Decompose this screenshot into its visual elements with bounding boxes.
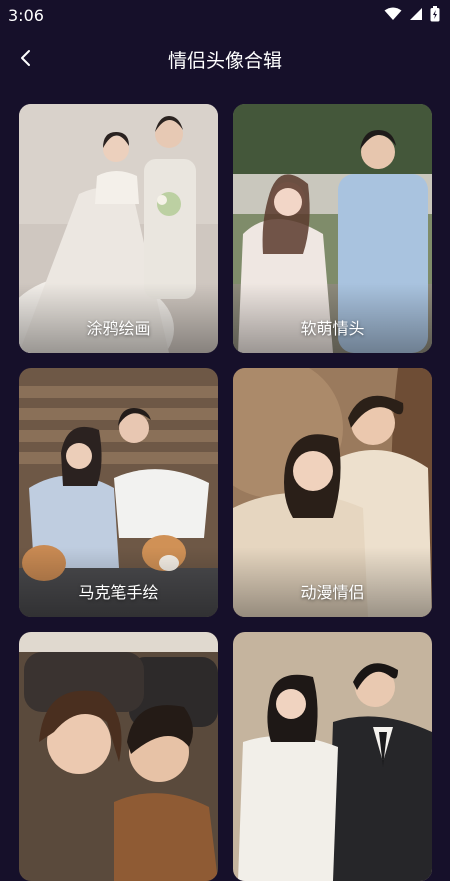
wifi-icon bbox=[384, 7, 402, 20]
album-card-cute[interactable]: 软萌情头 bbox=[233, 104, 432, 353]
battery-icon bbox=[430, 6, 440, 22]
signal-icon bbox=[410, 8, 422, 20]
album-card-6[interactable] bbox=[233, 632, 432, 881]
header: 情侣头像合辑 bbox=[0, 36, 450, 82]
album-card-anime[interactable]: 动漫情侣 bbox=[233, 368, 432, 617]
album-card-marker[interactable]: 马克笔手绘 bbox=[19, 368, 218, 617]
album-card-5[interactable] bbox=[19, 632, 218, 881]
album-grid: 涂鸦绘画 软萌情头 马克笔手绘 动漫情侣 bbox=[0, 104, 450, 881]
card-label: 软萌情头 bbox=[300, 319, 365, 338]
status-bar: 3:06 bbox=[0, 0, 450, 30]
status-time: 3:06 bbox=[8, 6, 44, 25]
page-title: 情侣头像合辑 bbox=[167, 50, 282, 72]
card-label: 涂鸦绘画 bbox=[86, 319, 151, 338]
status-icons bbox=[384, 6, 440, 22]
album-card-graffiti[interactable]: 涂鸦绘画 bbox=[19, 104, 218, 353]
card-label: 动漫情侣 bbox=[300, 583, 365, 602]
card-label: 马克笔手绘 bbox=[78, 583, 159, 602]
